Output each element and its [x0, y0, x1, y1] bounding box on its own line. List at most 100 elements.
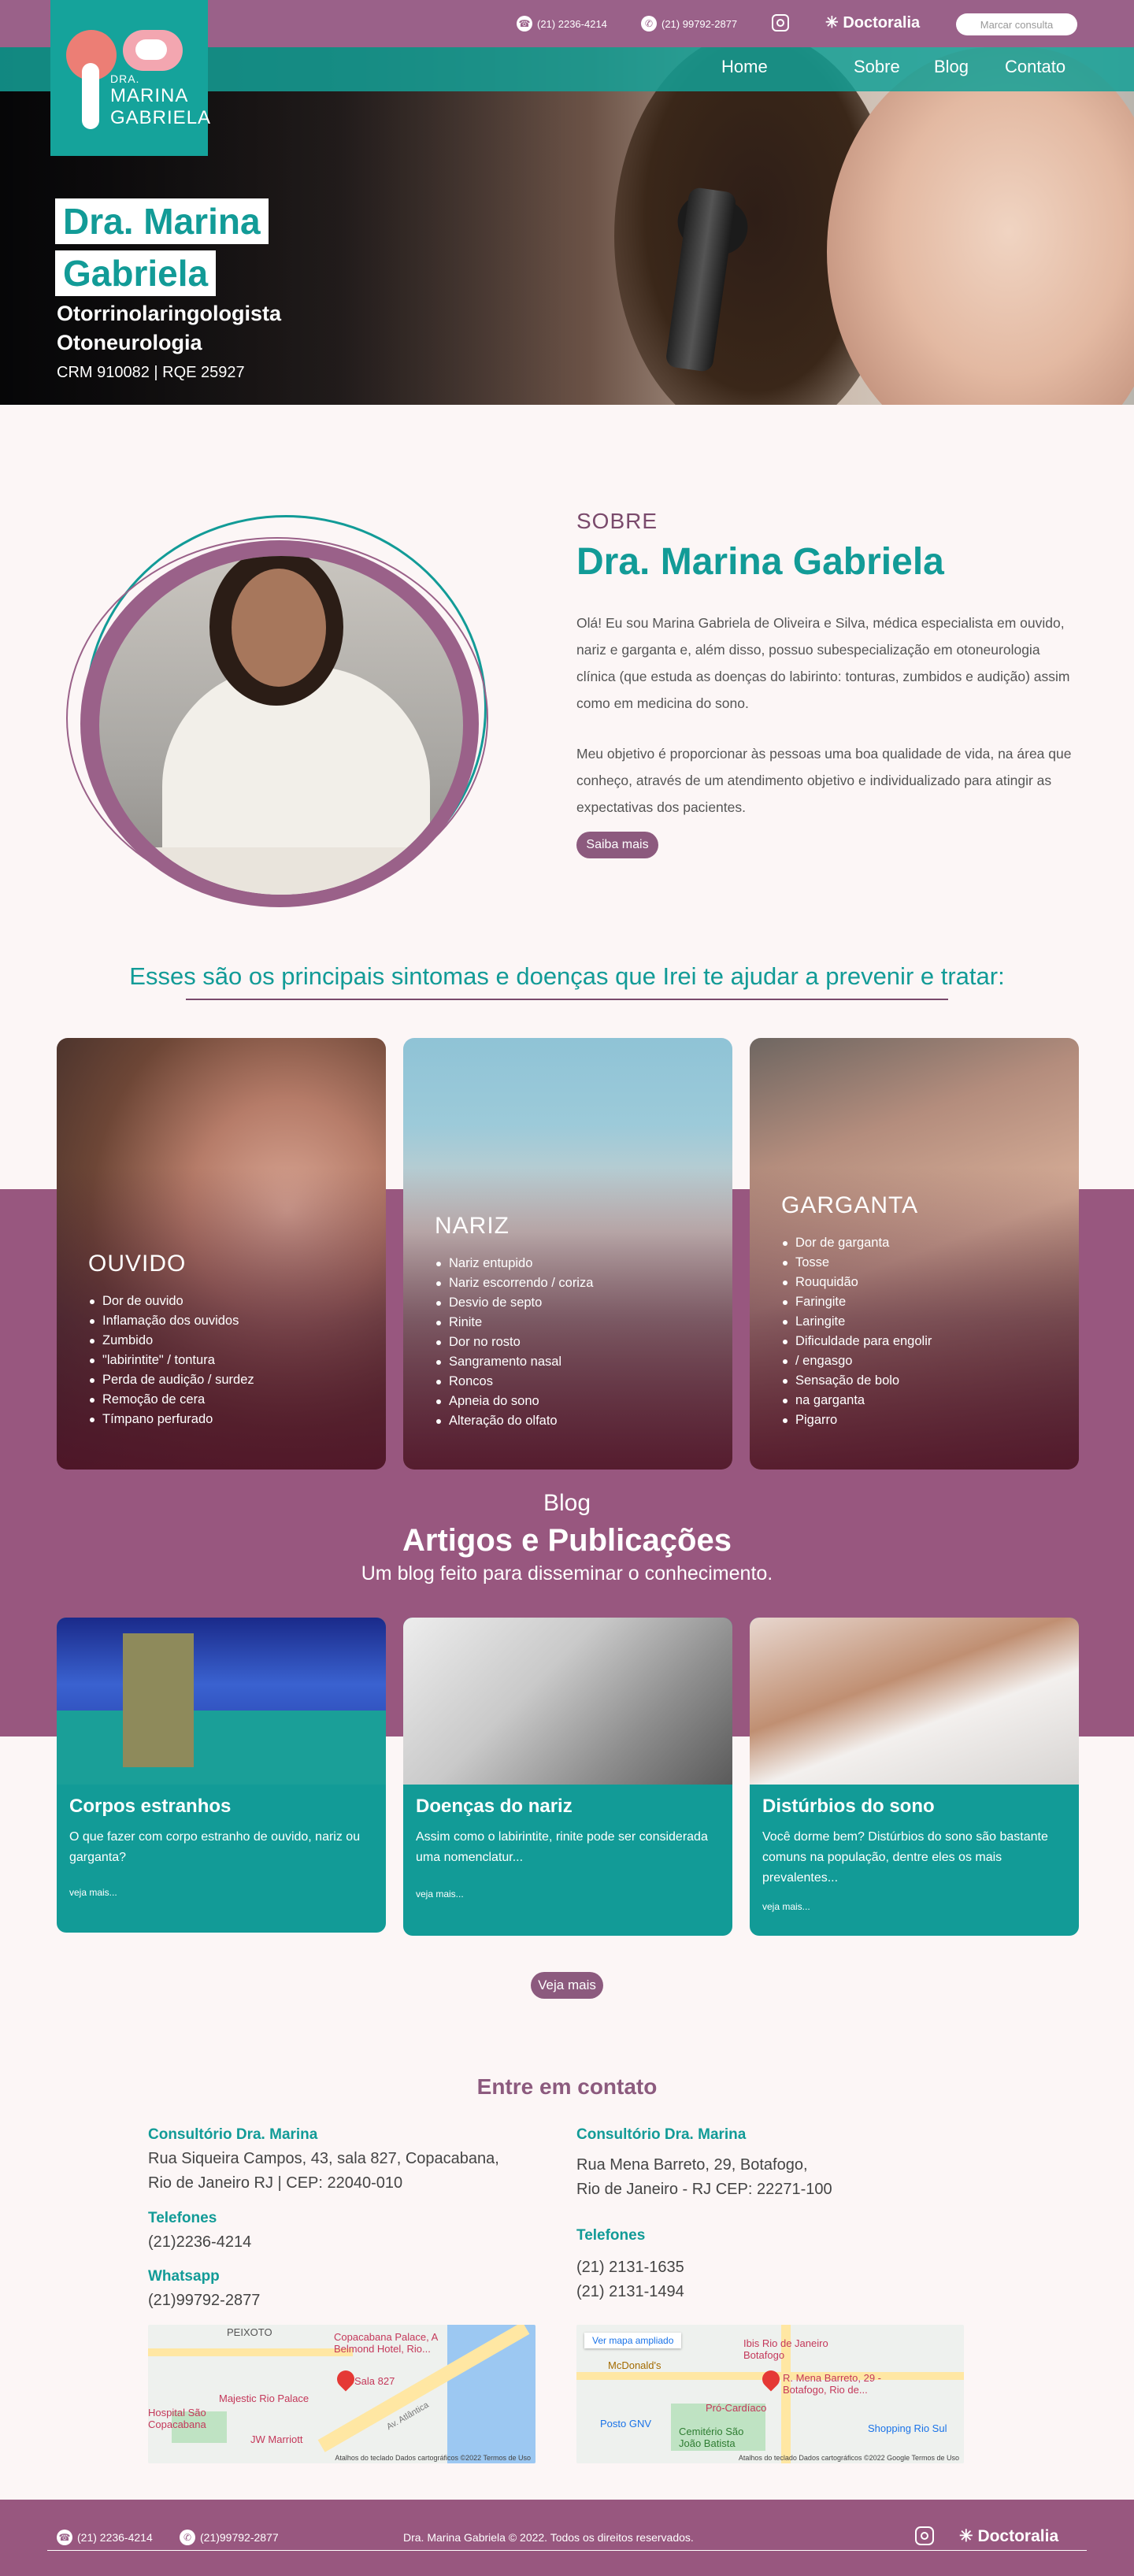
- read-more-link[interactable]: veja mais...: [69, 1887, 117, 1898]
- blog-image: [750, 1618, 1079, 1785]
- book-appointment-button[interactable]: Marcar consulta: [956, 13, 1077, 35]
- list-item: Dor de ouvido: [88, 1292, 254, 1311]
- blog-image-band: [57, 1711, 386, 1785]
- list-item: / engasgo: [781, 1351, 932, 1371]
- list-item: Sensação de bolo: [781, 1371, 932, 1391]
- instagram-icon[interactable]: [772, 14, 789, 32]
- phone-icon: ☎: [57, 2530, 72, 2545]
- portrait-face: [232, 569, 326, 687]
- whatsapp-icon: ✆: [641, 16, 657, 32]
- map-label: Ibis Rio de Janeiro Botafogo: [743, 2337, 828, 2361]
- footer-phone[interactable]: ☎ (21) 2236-4214: [57, 2530, 153, 2545]
- footer-phone-text: (21) 2236-4214: [77, 2531, 153, 2544]
- whatsapp-number[interactable]: (21)99792-2877: [148, 2289, 260, 2313]
- read-more-link[interactable]: veja mais...: [762, 1901, 810, 1912]
- blog-post-title[interactable]: Corpos estranhos: [69, 1796, 231, 1818]
- phone-number[interactable]: (21) 2131-1494: [576, 2280, 684, 2304]
- list-item: Nariz escorrendo / coriza: [435, 1273, 593, 1293]
- topbar-whatsapp-text: (21) 99792-2877: [662, 17, 738, 30]
- nav-contato[interactable]: Contato: [1005, 57, 1065, 77]
- list-item: Pigarro: [781, 1410, 932, 1430]
- map-label: McDonald's: [608, 2359, 662, 2371]
- doctoralia-label: Doctoralia: [977, 2527, 1059, 2545]
- list-item: Apneia do sono: [435, 1392, 593, 1411]
- logo-text-marina: MARINA: [110, 85, 189, 106]
- read-more-link[interactable]: veja mais...: [416, 1888, 464, 1900]
- list-item: Remoção de cera: [88, 1390, 254, 1410]
- office-address: Rua Mena Barreto, 29, Botafogo,: [576, 2156, 808, 2174]
- list-item: Nariz entupido: [435, 1254, 593, 1273]
- office-address: Rua Siqueira Campos, 43, sala 827, Copac…: [148, 2150, 499, 2167]
- map-label: Pró-Cardíaco: [706, 2402, 767, 2414]
- map-label: Sala 827: [354, 2375, 395, 2387]
- site-footer: ☎ (21) 2236-4214 ✆ (21)99792-2877 Dra. M…: [0, 2500, 1134, 2576]
- learn-more-button[interactable]: Saiba mais: [576, 832, 658, 858]
- list-item: Tosse: [781, 1253, 932, 1273]
- hero-registration: CRM 910082 | RQE 25927: [57, 364, 245, 381]
- hero-specialty: Otorrinolaringologista: [57, 302, 282, 325]
- map-label: Copacabana Palace, A Belmond Hotel, Rio.…: [334, 2331, 438, 2355]
- blog-kicker: Blog: [543, 1490, 591, 1516]
- whatsapp-icon: ✆: [180, 2530, 195, 2545]
- view-larger-map-button[interactable]: Ver mapa ampliado: [584, 2333, 682, 2348]
- symptoms-heading: Esses são os principais sintomas e doenç…: [129, 962, 1005, 990]
- symptom-card-ouvido: OUVIDO Dor de ouvido Inflamação dos ouvi…: [57, 1038, 386, 1470]
- phone-icon: ☎: [517, 16, 532, 32]
- blog-card[interactable]: Distúrbios do sono Você dorme bem? Distú…: [750, 1618, 1079, 1936]
- list-item: Dor de garganta: [781, 1233, 932, 1253]
- phone-number[interactable]: (21)2236-4214: [148, 2230, 251, 2255]
- site-logo[interactable]: DRA. MARINA GABRIELA: [50, 0, 210, 156]
- map-footer: Atalhos do teclado Dados cartográficos ©…: [738, 2454, 959, 2462]
- blog-title: Artigos e Publicações: [402, 1523, 732, 1558]
- blog-post-excerpt: Você dorme bem? Distúrbios do sono são b…: [762, 1830, 1048, 1885]
- hero-photo-face: [827, 47, 1134, 405]
- list-item: Inflamação dos ouvidos: [88, 1311, 254, 1331]
- phones-title: Telefones: [576, 2227, 646, 2244]
- map-botafogo[interactable]: Ver mapa ampliado Ibis Rio de Janeiro Bo…: [576, 2325, 964, 2463]
- logo-shape: [135, 39, 167, 60]
- map-copacabana[interactable]: PEIXOTO Copacabana Palace, A Belmond Hot…: [148, 2325, 536, 2463]
- list-item: Laringite: [781, 1312, 932, 1332]
- list-item: na garganta: [781, 1391, 932, 1410]
- phone-number[interactable]: (21) 2131-1635: [576, 2255, 684, 2280]
- nav-blog[interactable]: Blog: [934, 57, 969, 77]
- about-paragraph: Meu objetivo é proporcionar às pessoas u…: [576, 746, 1072, 815]
- footer-whatsapp[interactable]: ✆ (21)99792-2877: [180, 2530, 279, 2545]
- hero-name: Gabriela: [55, 250, 217, 296]
- about-kicker: SOBRE: [576, 509, 658, 533]
- blog-post-title[interactable]: Distúrbios do sono: [762, 1796, 935, 1818]
- map-label: JW Marriott: [250, 2433, 303, 2445]
- about-paragraph: Olá! Eu sou Marina Gabriela de Oliveira …: [576, 615, 1070, 711]
- list-item: Tímpano perfurado: [88, 1410, 254, 1429]
- portrait-photo: [99, 556, 463, 895]
- list-item: Desvio de septo: [435, 1293, 593, 1313]
- xray-image: [123, 1633, 194, 1767]
- blog-post-title[interactable]: Doenças do nariz: [416, 1796, 573, 1818]
- map-road: [148, 2348, 353, 2356]
- instagram-icon[interactable]: [915, 2526, 934, 2545]
- blog-card[interactable]: Corpos estranhos O que fazer com corpo e…: [57, 1618, 386, 1933]
- blog-subtitle: Um blog feito para disseminar o conhecim…: [361, 1562, 773, 1585]
- list-item: Zumbido: [88, 1331, 254, 1351]
- see-more-button[interactable]: Veja mais: [531, 1972, 603, 1999]
- map-label: R. Mena Barreto, 29 - Botafogo, Rio de..…: [783, 2372, 881, 2396]
- card-title: NARIZ: [435, 1213, 510, 1239]
- nav-home[interactable]: Home: [721, 57, 768, 77]
- map-pin-icon[interactable]: [758, 2367, 784, 2392]
- topbar-phone[interactable]: ☎ (21) 2236-4214: [517, 16, 607, 32]
- logo-shape: [82, 63, 99, 129]
- about-title: Dra. Marina Gabriela: [576, 541, 944, 583]
- topbar-whatsapp[interactable]: ✆ (21) 99792-2877: [641, 16, 737, 32]
- blog-card[interactable]: Doenças do nariz Assim como o labirintit…: [403, 1618, 732, 1936]
- list-item: Roncos: [435, 1372, 593, 1392]
- blog-post-excerpt: Assim como o labirintite, rinite pode se…: [416, 1830, 708, 1864]
- list-item: Alteração do olfato: [435, 1411, 593, 1431]
- list-item: Rinite: [435, 1313, 593, 1332]
- doctoralia-link[interactable]: ✳ Doctoralia: [825, 13, 920, 32]
- logo-text-dra: DRA.: [110, 72, 140, 85]
- map-label: Majestic Rio Palace: [219, 2393, 309, 2404]
- blog-image: [403, 1618, 732, 1785]
- portrait-desk: [99, 847, 463, 895]
- nav-sobre[interactable]: Sobre: [854, 57, 900, 77]
- doctoralia-link[interactable]: ✳ Doctoralia: [959, 2526, 1058, 2546]
